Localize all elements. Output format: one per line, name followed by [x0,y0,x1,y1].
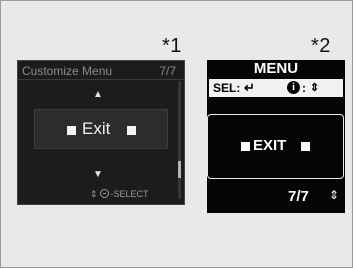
sel-label: SEL: [213,81,241,95]
customize-menu-screen-color: Customize Menu 7/7 ▲ Exit ▼ ⇕ -SELECT [17,60,185,205]
exit-label: Exit [82,119,111,138]
exit-menu-item[interactable]: EXIT [207,114,344,179]
square-bullet-icon [67,126,76,135]
footnote-marker-2: *2 [311,35,331,57]
info-colon: : [302,81,306,95]
square-bullet-icon [241,142,250,151]
exit-menu-item[interactable]: Exit [34,109,168,149]
title-divider [18,79,184,80]
scrollbar-track[interactable] [178,81,181,199]
control-legend-bar: SEL: ↵ i : ⇕ [209,79,343,97]
select-hint: ⇕ -SELECT [90,189,149,199]
page-indicator: 7/7 [159,64,176,78]
scrollbar-thumb[interactable] [178,161,181,178]
square-bullet-icon [301,142,310,151]
scroll-up-arrow-icon[interactable]: ▲ [93,89,103,100]
menu-header: MENU [253,60,299,77]
menu-title: Customize Menu [22,64,113,78]
illustration-frame: *1 *2 Customize Menu 7/7 ▲ Exit ▼ ⇕ -SELE… [0,0,353,268]
exit-label: EXIT [253,137,287,154]
footnote-marker-1: *1 [162,35,182,57]
info-icon: i [287,81,300,94]
select-hint-label: SELECT [113,189,149,199]
menu-screen-monochrome: MENU SEL: ↵ i : ⇕ EXIT 7/7 ⇕ [207,60,345,213]
enter-return-icon: ↵ [244,80,255,95]
selector-knob-icon [99,189,109,198]
page-indicator: 7/7 [288,188,309,205]
up-down-icon: ⇕ [310,82,320,94]
page-up-down-icon: ⇕ [329,188,340,202]
up-down-icon: ⇕ [90,189,98,199]
scroll-down-arrow-icon[interactable]: ▼ [93,169,103,180]
square-bullet-icon [127,126,136,135]
